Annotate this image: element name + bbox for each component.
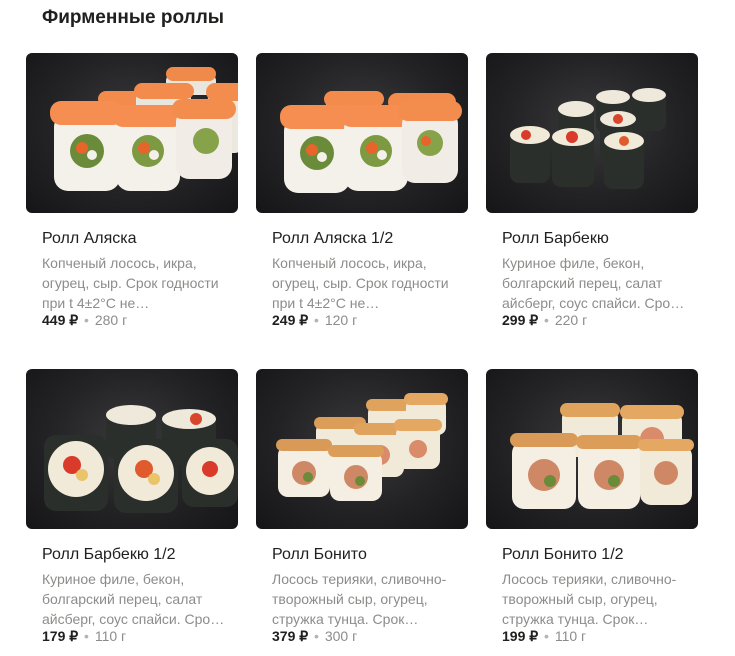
product-name[interactable]: Ролл Барбекю xyxy=(502,229,609,249)
product-description: Лосось терияки, сливочно-творожный сыр, … xyxy=(502,571,677,627)
section-title: Фирменные роллы xyxy=(42,7,225,28)
product-description: Копченый лосось, икра, огурец, сыр. Срок… xyxy=(272,255,449,311)
nori-roll-photo-icon xyxy=(510,88,666,189)
product-meta: 179 ₽ • 110 г xyxy=(42,628,126,644)
product-price: 379 ₽ xyxy=(272,628,309,644)
salmon-roll-photo-icon xyxy=(280,91,462,193)
product-name[interactable]: Ролл Барбекю 1/2 xyxy=(42,545,176,565)
product-photo[interactable] xyxy=(486,369,698,529)
product-weight: 220 г xyxy=(554,312,588,328)
product-card[interactable]: Ролл Барбекю Куриное филе, бекон, болгар… xyxy=(486,53,698,343)
separator-dot: • xyxy=(544,628,549,644)
product-card[interactable]: Ролл Бонито 1/2 Лосось терияки, сливочно… xyxy=(486,369,698,656)
product-description: Лосось терияки, сливочно-творожный сыр, … xyxy=(272,571,447,627)
product-meta: 199 ₽ • 110 г xyxy=(502,628,586,644)
product-photo[interactable] xyxy=(256,369,468,529)
product-price: 249 ₽ xyxy=(272,312,309,328)
product-card[interactable]: Ролл Бонито Лосось терияки, сливочно-тво… xyxy=(256,369,468,656)
product-description: Копченый лосось, икра, огурец, сыр. Срок… xyxy=(42,255,219,311)
bonito-roll-photo-icon xyxy=(510,403,694,509)
product-weight: 110 г xyxy=(554,628,587,644)
product-photo[interactable] xyxy=(26,369,238,529)
product-card[interactable]: Ролл Аляска 1/2 Копченый лосось, икра, о… xyxy=(256,53,468,343)
separator-dot: • xyxy=(84,628,89,644)
product-name[interactable]: Ролл Аляска 1/2 xyxy=(272,229,393,249)
product-name[interactable]: Ролл Бонито 1/2 xyxy=(502,545,624,565)
product-photo[interactable] xyxy=(256,53,468,213)
product-weight: 120 г xyxy=(324,312,358,328)
separator-dot: • xyxy=(314,628,319,644)
bonito-roll-photo-icon xyxy=(276,393,448,501)
product-meta: 449 ₽ • 280 г xyxy=(42,312,127,328)
product-meta: 379 ₽ • 300 г xyxy=(272,628,357,644)
product-photo[interactable] xyxy=(26,53,238,213)
separator-dot: • xyxy=(314,312,319,328)
separator-dot: • xyxy=(84,312,89,328)
product-description: Куриное филе, бекон, болгарский перец, с… xyxy=(502,255,685,311)
product-card[interactable]: Ролл Барбекю 1/2 Куриное филе, бекон, бо… xyxy=(26,369,238,656)
product-weight: 300 г xyxy=(324,628,358,644)
product-description: Куриное филе, бекон, болгарский перец, с… xyxy=(42,571,225,627)
product-price: 179 ₽ xyxy=(42,628,79,644)
nori-roll-photo-icon xyxy=(44,405,238,513)
product-weight: 280 г xyxy=(94,312,128,328)
product-price: 299 ₽ xyxy=(502,312,539,328)
product-name[interactable]: Ролл Аляска xyxy=(42,229,137,249)
product-price: 199 ₽ xyxy=(502,628,539,644)
product-meta: 299 ₽ • 220 г xyxy=(502,312,587,328)
product-weight: 110 г xyxy=(94,628,127,644)
salmon-roll-photo-icon xyxy=(50,67,238,191)
separator-dot: • xyxy=(544,312,549,328)
product-name[interactable]: Ролл Бонито xyxy=(272,545,367,565)
product-photo[interactable] xyxy=(486,53,698,213)
product-price: 449 ₽ xyxy=(42,312,79,328)
product-card[interactable]: Ролл Аляска Копченый лосось, икра, огуре… xyxy=(26,53,238,343)
product-meta: 249 ₽ • 120 г xyxy=(272,312,357,328)
